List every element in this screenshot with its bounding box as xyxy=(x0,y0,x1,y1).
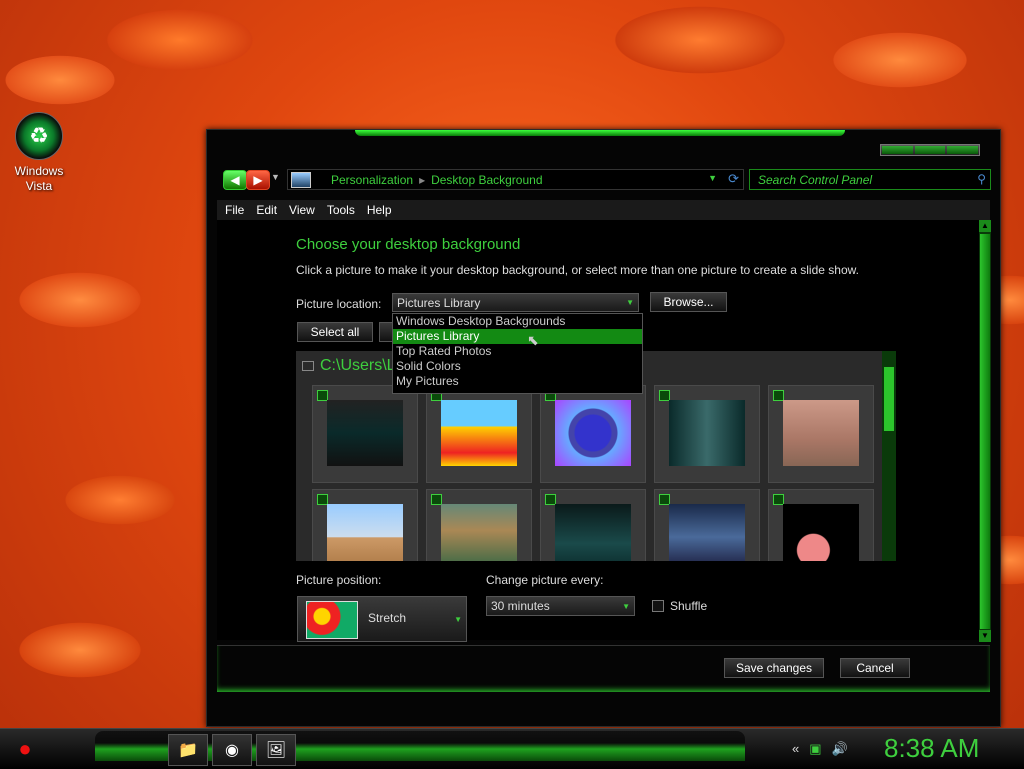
picture-location-select[interactable]: Pictures Library ▼ xyxy=(392,293,639,312)
thumbnail-image xyxy=(555,400,631,466)
control-panel-icon xyxy=(291,171,311,188)
dropdown-option-selected[interactable]: Pictures Library xyxy=(393,329,642,344)
clock[interactable]: 8:38 AM xyxy=(884,733,979,764)
folder-path: C:\Users\L xyxy=(320,357,396,374)
picture-location-dropdown: Windows Desktop Backgrounds Pictures Lib… xyxy=(392,313,643,394)
explorer-icon[interactable]: 📁 xyxy=(168,734,208,766)
picture-location-label: Picture location: xyxy=(296,297,382,311)
cancel-button[interactable]: Cancel xyxy=(840,658,910,678)
menu-tools[interactable]: Tools xyxy=(327,203,355,217)
menu-help[interactable]: Help xyxy=(367,203,392,217)
minimize-button[interactable] xyxy=(882,146,913,154)
picture-tile[interactable] xyxy=(426,385,532,483)
picture-tile[interactable] xyxy=(768,489,874,561)
picture-tile[interactable] xyxy=(654,385,760,483)
chevron-down-icon: ▼ xyxy=(626,298,634,307)
select-all-button[interactable]: Select all xyxy=(297,322,373,342)
thumbnail-image xyxy=(783,504,859,561)
page-title: Choose your desktop background xyxy=(296,236,521,253)
thumbnail-image xyxy=(555,504,631,561)
thumbnail-image xyxy=(327,504,403,561)
network-icon[interactable]: ▣ xyxy=(809,741,821,757)
picture-position-select[interactable]: Stretch ▼ xyxy=(297,596,467,642)
footer-bar: Save changes Cancel xyxy=(217,645,990,692)
folder-header[interactable]: C:\Users\L xyxy=(302,357,396,375)
close-button[interactable] xyxy=(947,146,979,154)
picture-tile[interactable] xyxy=(312,489,418,561)
picture-position-label: Picture position: xyxy=(296,573,382,587)
scroll-thumb[interactable] xyxy=(980,234,990,629)
address-dropdown-icon[interactable]: ▼ xyxy=(708,173,717,183)
search-box[interactable]: ⚲ xyxy=(749,169,991,190)
breadcrumb-personalization[interactable]: Personalization xyxy=(331,173,413,187)
refresh-icon[interactable]: ⟳ xyxy=(728,171,739,187)
change-picture-label: Change picture every: xyxy=(486,573,604,587)
change-picture-value: 30 minutes xyxy=(491,599,550,613)
window-controls[interactable] xyxy=(880,144,980,156)
desktop-icon-windows-vista[interactable]: ♻ Windows Vista xyxy=(8,112,70,194)
shuffle-checkbox[interactable]: Shuffle xyxy=(652,599,707,613)
recent-pages-icon[interactable]: ▼ xyxy=(271,172,280,182)
picture-position-value: Stretch xyxy=(368,611,407,625)
recycle-icon: ♻ xyxy=(15,112,63,160)
page-description: Click a picture to make it your desktop … xyxy=(296,263,859,277)
forward-button[interactable]: ▶ xyxy=(246,170,270,190)
menu-file[interactable]: File xyxy=(225,203,244,217)
menu-view[interactable]: View xyxy=(289,203,315,217)
thumbnail-image xyxy=(441,504,517,561)
window-top-glow xyxy=(355,130,845,136)
address-row: ◀ ▶ ▼ Personalization ▸ Desktop Backgrou… xyxy=(221,168,991,190)
picture-tile[interactable] xyxy=(540,385,646,483)
tray-arrow-icon[interactable]: « xyxy=(792,741,799,757)
dropdown-option[interactable]: My Pictures xyxy=(393,374,642,389)
position-preview-image xyxy=(306,601,358,639)
maximize-button[interactable] xyxy=(914,146,946,154)
save-changes-button[interactable]: Save changes xyxy=(724,658,824,678)
desktop-icon-label: Windows Vista xyxy=(14,164,64,193)
picture-location-value: Pictures Library xyxy=(397,295,481,310)
thumbnail-image xyxy=(783,400,859,466)
dropdown-option[interactable]: Windows Desktop Backgrounds xyxy=(393,314,642,329)
address-bar[interactable]: Personalization ▸ Desktop Background ▼ ⟳ xyxy=(287,169,744,190)
system-tray: « ▣ 🔊 xyxy=(792,741,848,757)
search-input[interactable] xyxy=(750,171,970,188)
thumbnail-image xyxy=(327,400,403,466)
picture-tile[interactable] xyxy=(540,489,646,561)
scroll-down-icon[interactable]: ▼ xyxy=(979,630,991,642)
checkbox[interactable] xyxy=(652,600,664,612)
back-button[interactable]: ◀ xyxy=(223,170,247,190)
thumbnail-image xyxy=(441,400,517,466)
mouse-cursor-icon: ⬉ xyxy=(527,332,539,348)
volume-icon[interactable]: 🔊 xyxy=(832,741,848,757)
menu-edit[interactable]: Edit xyxy=(256,203,277,217)
gallery-scroll-thumb[interactable] xyxy=(884,367,894,431)
picture-tile[interactable] xyxy=(426,489,532,561)
picture-tile[interactable] xyxy=(312,385,418,483)
chevron-down-icon: ▼ xyxy=(454,615,462,624)
breadcrumb-separator: ▸ xyxy=(419,172,426,187)
picture-tile[interactable] xyxy=(654,489,760,561)
taskbar: ● 📁 ◉ 🖼 « ▣ 🔊 8:38 AM xyxy=(0,728,1024,769)
search-icon[interactable]: ⚲ xyxy=(977,172,986,186)
scroll-up-icon[interactable]: ▲ xyxy=(979,220,991,232)
thumbnail-image xyxy=(669,400,745,466)
chrome-icon[interactable]: ◉ xyxy=(212,734,252,766)
content-area: Choose your desktop background Click a p… xyxy=(217,220,979,642)
dropdown-option[interactable]: Solid Colors xyxy=(393,359,642,374)
shuffle-label: Shuffle xyxy=(670,599,708,613)
control-panel-taskbar-icon[interactable]: 🖼 xyxy=(256,734,296,766)
browse-button[interactable]: Browse... xyxy=(650,292,727,312)
collapse-icon[interactable] xyxy=(302,360,314,371)
thumbnail-image xyxy=(669,504,745,561)
start-button-angry-bird-icon[interactable]: ● xyxy=(8,729,42,769)
control-panel-window: ◀ ▶ ▼ Personalization ▸ Desktop Backgrou… xyxy=(206,129,1001,727)
breadcrumb-desktop-background[interactable]: Desktop Background xyxy=(431,173,542,187)
menu-bar: File Edit View Tools Help xyxy=(217,200,990,221)
picture-tile[interactable] xyxy=(768,385,874,483)
gallery-scrollbar[interactable] xyxy=(882,351,896,561)
dropdown-option[interactable]: Top Rated Photos xyxy=(393,344,642,359)
chevron-down-icon: ▼ xyxy=(622,602,630,611)
change-picture-select[interactable]: 30 minutes ▼ xyxy=(486,596,635,616)
content-scrollbar[interactable]: ▲ ▼ xyxy=(979,220,991,642)
